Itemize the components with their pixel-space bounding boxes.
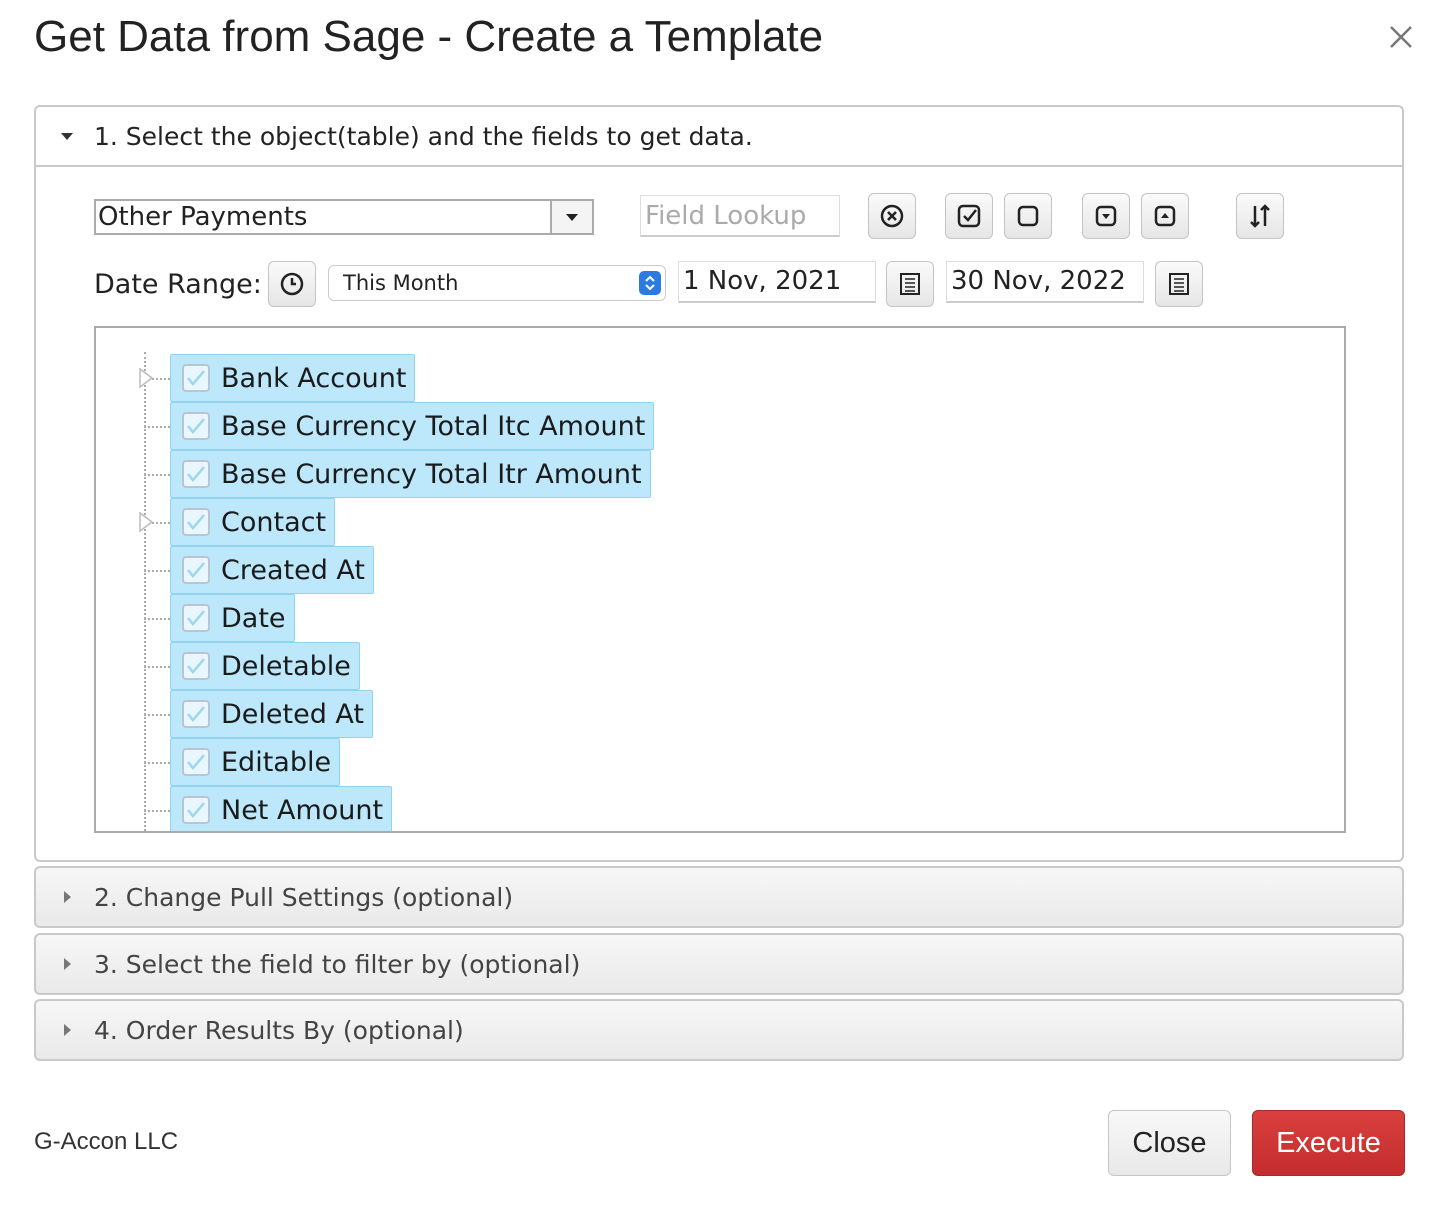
select-spinner-icon [639, 271, 661, 295]
section-1-label: 1. Select the object(table) and the fiel… [94, 121, 753, 151]
field-label: Base Currency Total Itc Amount [221, 410, 646, 442]
field-lookup-input[interactable] [640, 195, 840, 237]
checkbox-checked-icon[interactable] [181, 747, 211, 777]
section-order-results[interactable]: 4. Order Results By (optional) [34, 999, 1404, 1061]
tree-connector [144, 666, 170, 668]
field-item[interactable]: Deleted At [170, 690, 374, 738]
caret-down-icon [58, 127, 76, 145]
check-all-button[interactable] [945, 193, 993, 239]
field-item[interactable]: Contact [170, 498, 336, 546]
expand-all-button[interactable] [1141, 193, 1189, 239]
tree-connector [144, 618, 170, 620]
collapse-icon [1095, 205, 1117, 227]
checkbox-checked-icon[interactable] [181, 699, 211, 729]
tree-connector [144, 570, 170, 572]
expand-arrow-icon[interactable] [138, 367, 154, 389]
field-label: Bank Account [221, 362, 407, 394]
field-item[interactable]: Date [170, 594, 295, 642]
collapse-all-button[interactable] [1082, 193, 1130, 239]
company-name: G-Accon LLC [34, 1128, 179, 1155]
field-item[interactable]: Deletable [170, 642, 360, 690]
calendar-icon [900, 273, 920, 295]
field-label: Editable [221, 746, 332, 778]
section-3-label: 3. Select the field to filter by (option… [94, 949, 581, 979]
expand-arrow-icon[interactable] [138, 511, 154, 533]
clock-icon [280, 272, 304, 296]
field-item[interactable]: Bank Account [170, 354, 416, 402]
field-item[interactable]: Created At [170, 546, 375, 594]
check-all-icon [957, 204, 981, 228]
date-range-preset-value: This Month [343, 271, 459, 295]
field-label: Deletable [221, 650, 351, 682]
tree-guide-line [144, 352, 146, 831]
tree-connector [144, 714, 170, 716]
field-label: Created At [221, 554, 366, 586]
date-range-label: Date Range: [94, 269, 262, 300]
field-label: Deleted At [221, 698, 365, 730]
field-label: Net Amount [221, 794, 384, 826]
field-tree: Bank Account Base Currency Total Itc Amou… [94, 326, 1346, 833]
checkbox-checked-icon[interactable] [181, 603, 211, 633]
caret-right-icon [58, 955, 76, 973]
tree-connector [144, 762, 170, 764]
checkbox-checked-icon[interactable] [181, 411, 211, 441]
uncheck-all-button[interactable] [1004, 193, 1052, 239]
tree-connector [144, 474, 170, 476]
checkbox-checked-icon[interactable] [181, 507, 211, 537]
calendar-icon [1169, 273, 1189, 295]
field-item[interactable]: Editable [170, 738, 341, 786]
section-2-header[interactable]: 2. Change Pull Settings (optional) [36, 868, 1402, 926]
field-label: Date [221, 602, 286, 634]
tree-connector [144, 426, 170, 428]
expand-icon [1154, 205, 1176, 227]
checkbox-checked-icon[interactable] [181, 363, 211, 393]
checkbox-checked-icon[interactable] [181, 459, 211, 489]
section-pull-settings[interactable]: 2. Change Pull Settings (optional) [34, 866, 1404, 928]
dialog-title: Get Data from Sage - Create a Template [34, 12, 824, 61]
field-label: Contact [221, 506, 327, 538]
end-date-calendar-button[interactable] [1155, 261, 1203, 307]
object-select[interactable]: Other Payments [94, 199, 594, 235]
start-date-calendar-button[interactable] [886, 261, 934, 307]
section-4-header[interactable]: 4. Order Results By (optional) [36, 1001, 1402, 1059]
section-select-object: 1. Select the object(table) and the fiel… [34, 105, 1404, 862]
execute-button[interactable]: Execute [1252, 1110, 1405, 1176]
field-label: Base Currency Total Itr Amount [221, 458, 642, 490]
date-range-clock-button[interactable] [268, 261, 316, 307]
tree-connector [144, 810, 170, 812]
close-icon[interactable] [1386, 22, 1416, 52]
section-2-label: 2. Change Pull Settings (optional) [94, 882, 514, 912]
start-date-input[interactable]: 1 Nov, 2021 [678, 261, 876, 303]
clear-icon [880, 204, 904, 228]
field-item[interactable]: Base Currency Total Itc Amount [170, 402, 655, 450]
sort-icon [1250, 204, 1270, 228]
checkbox-checked-icon[interactable] [181, 555, 211, 585]
uncheck-all-icon [1017, 205, 1039, 227]
clear-button[interactable] [868, 193, 916, 239]
field-item[interactable]: Net Amount [170, 786, 393, 831]
section-filter-field[interactable]: 3. Select the field to filter by (option… [34, 933, 1404, 995]
end-date-input[interactable]: 30 Nov, 2022 [946, 261, 1144, 303]
close-button[interactable]: Close [1108, 1110, 1231, 1176]
field-item[interactable]: Base Currency Total Itr Amount [170, 450, 651, 498]
section-1-header[interactable]: 1. Select the object(table) and the fiel… [36, 107, 1402, 167]
date-range-preset-select[interactable]: This Month [328, 265, 666, 301]
sort-button[interactable] [1236, 193, 1284, 239]
object-select-value: Other Payments [98, 202, 308, 232]
checkbox-checked-icon[interactable] [181, 795, 211, 825]
checkbox-checked-icon[interactable] [181, 651, 211, 681]
chevron-down-icon[interactable] [550, 201, 592, 233]
caret-right-icon [58, 888, 76, 906]
caret-right-icon [58, 1021, 76, 1039]
section-4-label: 4. Order Results By (optional) [94, 1015, 464, 1045]
section-3-header[interactable]: 3. Select the field to filter by (option… [36, 935, 1402, 993]
